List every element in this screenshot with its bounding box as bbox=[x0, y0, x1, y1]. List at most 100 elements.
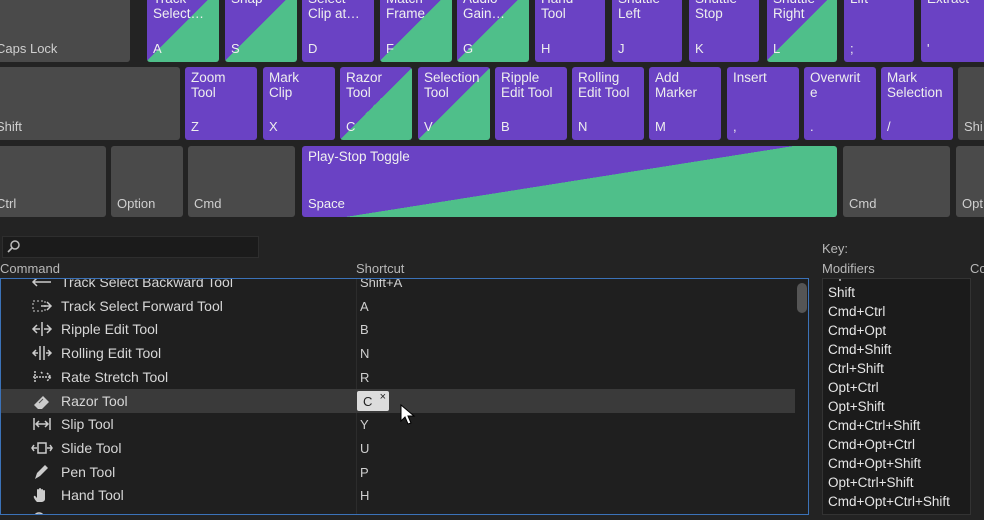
command-list[interactable]: Track Select Backward Tool Shift+A Track S… bbox=[0, 278, 809, 515]
key-command-label: Extract bbox=[927, 0, 984, 6]
command-row[interactable]: Rate Stretch Tool R bbox=[1, 365, 795, 389]
key-g[interactable]: Audio Gain… G bbox=[457, 0, 529, 62]
key-option[interactable]: Option bbox=[111, 146, 183, 217]
key-cap-label: Cmd bbox=[849, 196, 877, 211]
key-c[interactable]: Razor Tool C bbox=[340, 67, 412, 140]
modifier-item[interactable]: Cmd+Opt bbox=[828, 323, 886, 338]
command-row[interactable]: Rolling Edit Tool N bbox=[1, 341, 795, 365]
key-z[interactable]: Zoom Tool Z bbox=[185, 67, 257, 140]
command-row[interactable]: Zoom Tool bbox=[1, 507, 795, 514]
modifier-item[interactable]: Opt+Ctrl+Shift bbox=[828, 475, 914, 490]
key-space[interactable]: Play-Stop Toggle Space bbox=[302, 146, 837, 217]
modifier-item[interactable]: Cmd+Ctrl+Shift bbox=[828, 418, 920, 433]
key-h[interactable]: Hand Tool H bbox=[535, 0, 605, 62]
modifier-item[interactable]: Cmd+Ctrl bbox=[828, 304, 885, 319]
key-cap-label: V bbox=[424, 119, 433, 134]
key-d[interactable]: Select Clip at… D bbox=[302, 0, 374, 62]
command-row[interactable]: Razor Tool C × bbox=[1, 388, 795, 413]
key-cap-label: S bbox=[231, 41, 240, 56]
key-cap-label: D bbox=[308, 41, 318, 56]
shortcut-chip[interactable]: C × bbox=[357, 390, 389, 411]
mouse-cursor-icon bbox=[400, 404, 416, 425]
key--[interactable]: Lift; bbox=[844, 0, 914, 62]
modifier-item[interactable]: Opt+Shift bbox=[828, 399, 885, 414]
key-s[interactable]: Snap S bbox=[225, 0, 297, 62]
key-command-label: Mark Clip bbox=[269, 70, 299, 100]
key-v[interactable]: Selection Tool V bbox=[418, 67, 490, 140]
key-command-label: Ripple Edit Tool bbox=[501, 70, 553, 100]
key-cap-label: A bbox=[153, 41, 162, 56]
zoom-icon bbox=[31, 511, 53, 514]
shortcut-value[interactable]: U bbox=[360, 441, 369, 456]
key-f[interactable]: Match Frame F bbox=[380, 0, 452, 62]
key-opt[interactable]: Opt bbox=[956, 146, 984, 217]
command-row[interactable]: Track Select Forward Tool A bbox=[1, 294, 795, 318]
rate-stretch-icon bbox=[31, 369, 53, 385]
key--[interactable]: Overwrit e. bbox=[804, 67, 876, 140]
modifiers-list[interactable]: Opt Shift Cmd+Ctrl Cmd+Opt Cmd+Shift Ctrl+Shi… bbox=[822, 278, 971, 515]
key-ctrl[interactable]: Ctrl bbox=[0, 146, 106, 217]
modifier-item[interactable]: Opt bbox=[828, 279, 850, 281]
key-caps-lock[interactable]: Caps Lock bbox=[0, 0, 130, 62]
command-name: Track Select Forward Tool bbox=[61, 297, 223, 314]
shortcut-value[interactable]: Y bbox=[360, 417, 369, 432]
key-command-label: Overwrit e bbox=[810, 70, 861, 100]
modifier-item[interactable]: Cmd+Shift bbox=[828, 342, 891, 357]
shortcut-value[interactable]: Shift+A bbox=[360, 279, 402, 290]
search-input[interactable] bbox=[2, 236, 259, 258]
key-shi[interactable]: Shi bbox=[958, 67, 984, 140]
key-j[interactable]: Shuttle Left J bbox=[612, 0, 682, 62]
key-cmd[interactable]: Cmd bbox=[843, 146, 950, 217]
key-command-label: Zoom Tool bbox=[191, 70, 226, 100]
key-cap-label: K bbox=[695, 41, 704, 56]
key-shift[interactable]: Shift bbox=[0, 67, 180, 140]
key-cap-label: Option bbox=[117, 196, 156, 211]
command-row[interactable]: Pen Tool P bbox=[1, 460, 795, 484]
key-n[interactable]: Rolling Edit Tool N bbox=[572, 67, 644, 140]
key-command-label: Hand Tool bbox=[541, 0, 573, 21]
key-a[interactable]: Track Select… A bbox=[147, 0, 219, 62]
key-b[interactable]: Ripple Edit Tool B bbox=[495, 67, 567, 140]
key--[interactable]: Insert, bbox=[727, 67, 799, 140]
scrollbar[interactable] bbox=[797, 283, 807, 313]
command-column-header[interactable]: Command bbox=[0, 261, 60, 276]
key--[interactable]: Extract ' bbox=[921, 0, 984, 62]
key-k[interactable]: Shuttle Stop K bbox=[689, 0, 759, 62]
command-name: Razor Tool bbox=[61, 392, 128, 409]
key-cap-label: Cmd bbox=[194, 196, 222, 211]
shortcut-value[interactable]: A bbox=[360, 299, 369, 314]
key-cap-label: , bbox=[733, 119, 737, 134]
rolling-edit-icon bbox=[31, 345, 53, 361]
key--[interactable]: Mark Selection / bbox=[881, 67, 953, 140]
keyboard-layout: Caps Lock Track Select… A Snap S Select Clip … bbox=[0, 0, 984, 226]
key-cap-label: . bbox=[810, 119, 814, 134]
shortcut-value[interactable]: H bbox=[360, 488, 369, 503]
command-row[interactable]: Slip Tool Y bbox=[1, 412, 795, 436]
shortcut-value[interactable]: B bbox=[360, 322, 369, 337]
key-cap-label: J bbox=[618, 41, 625, 56]
command-row[interactable]: Slide Tool U bbox=[1, 436, 795, 460]
shortcut-column-header[interactable]: Shortcut bbox=[356, 261, 404, 276]
command-row[interactable]: Ripple Edit Tool B bbox=[1, 317, 795, 341]
modifier-item[interactable]: Shift bbox=[828, 285, 855, 300]
key-m[interactable]: Add Marker M bbox=[649, 67, 721, 140]
modifier-item[interactable]: Cmd+Opt+Ctrl+Shift bbox=[828, 494, 950, 509]
remove-shortcut-icon[interactable]: × bbox=[380, 391, 386, 403]
key-cap-label: M bbox=[655, 119, 666, 134]
key-cap-label: ' bbox=[927, 41, 930, 56]
modifier-item[interactable]: Ctrl+Shift bbox=[828, 361, 884, 376]
shortcut-value[interactable]: P bbox=[360, 465, 369, 480]
key-cmd[interactable]: Cmd bbox=[188, 146, 295, 217]
command-row[interactable]: Track Select Backward Tool Shift+A bbox=[1, 279, 795, 294]
shortcut-value[interactable]: N bbox=[360, 346, 369, 361]
modifier-item[interactable]: Cmd+Opt+Ctrl bbox=[828, 437, 915, 452]
key-cap-label: F bbox=[386, 41, 394, 56]
slide-icon bbox=[31, 440, 53, 456]
shortcut-value[interactable]: R bbox=[360, 370, 369, 385]
modifier-item[interactable]: Opt+Ctrl bbox=[828, 380, 879, 395]
key-x[interactable]: Mark Clip X bbox=[263, 67, 335, 140]
command-row[interactable]: Hand Tool H bbox=[1, 483, 795, 507]
modifier-item[interactable]: Cmd+Opt+Shift bbox=[828, 456, 921, 471]
key-l[interactable]: Shuttle Right L bbox=[767, 0, 837, 62]
command-name: Hand Tool bbox=[61, 487, 124, 504]
